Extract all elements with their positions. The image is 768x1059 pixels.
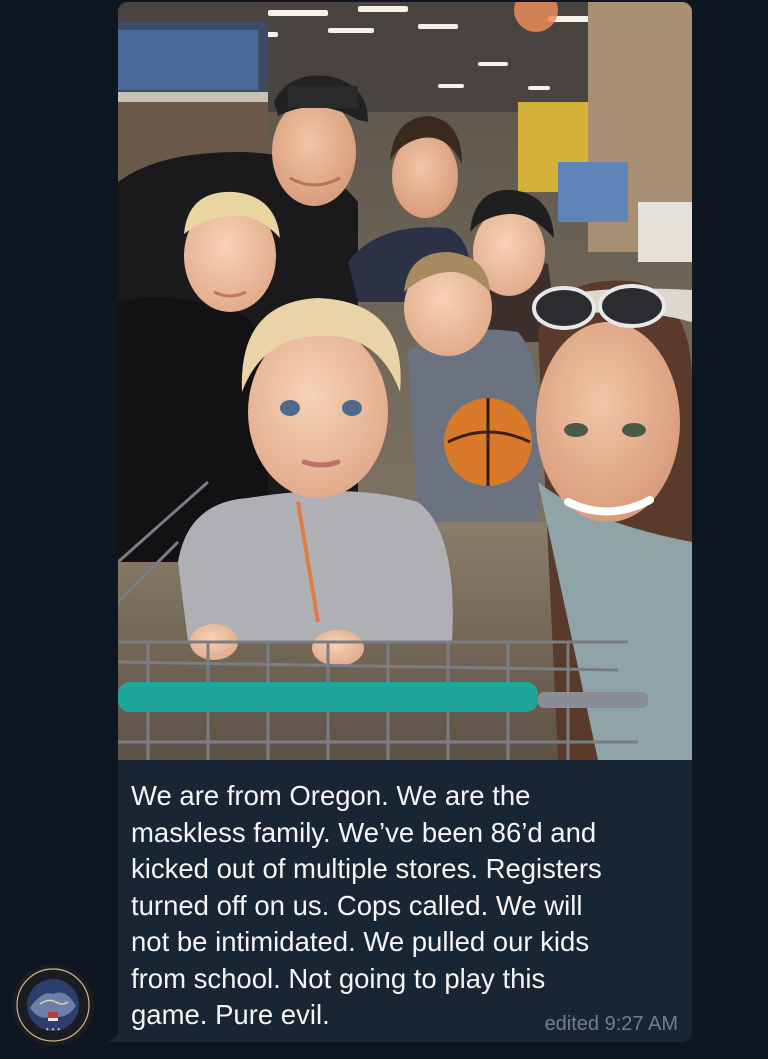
message-bubble[interactable]: We are from Oregon. We are the maskless …: [118, 2, 692, 1042]
message-text: We are from Oregon. We are the maskless …: [131, 780, 602, 1030]
sender-avatar[interactable]: ✦ ✦ ✦: [12, 964, 94, 1046]
chat-view: ✦ ✦ ✦ We are from Oregon. We are the mas…: [0, 0, 768, 1059]
family-selfie-photo: [118, 2, 692, 760]
message-edited-timestamp: edited 9:27 AM: [544, 1013, 678, 1035]
message-photo[interactable]: [118, 2, 692, 760]
circular-emblem-icon: ✦ ✦ ✦: [12, 964, 94, 1046]
bubble-tail: [107, 1030, 121, 1042]
svg-text:✦ ✦ ✦: ✦ ✦ ✦: [45, 1027, 61, 1033]
